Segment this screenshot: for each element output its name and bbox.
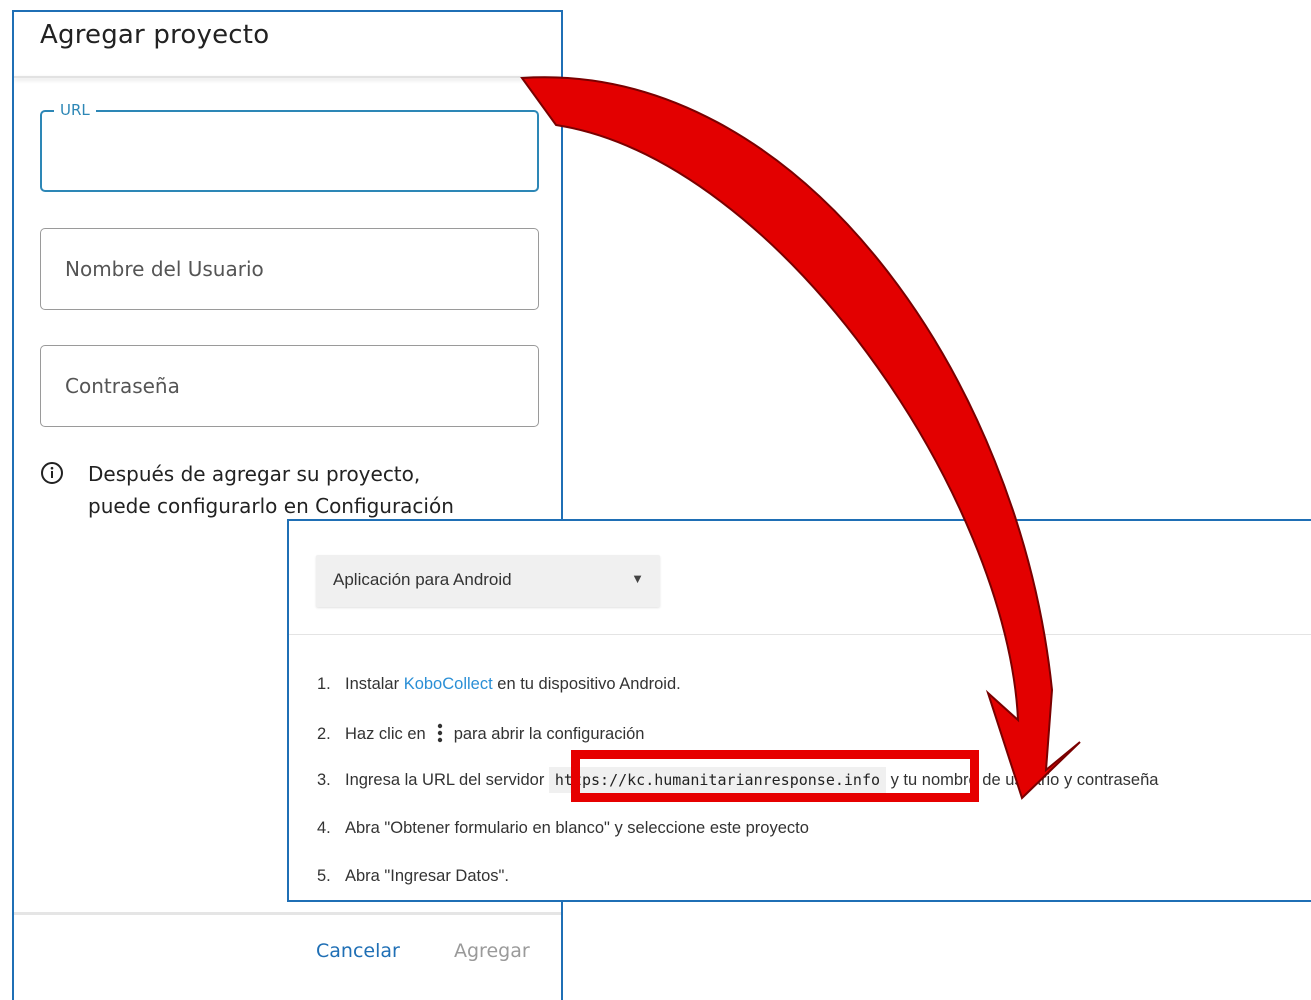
info-icon (41, 462, 63, 484)
step-5: 5. Abra "Ingresar Datos". (317, 867, 509, 886)
panel-divider (289, 634, 1311, 635)
dropdown-arrow-icon: ▼ (631, 571, 644, 586)
platform-select-value: Aplicación para Android (333, 570, 512, 589)
header-divider (14, 76, 561, 78)
step-text: Ingresa la URL del servidor (345, 771, 549, 789)
step-text: Instalar (345, 675, 404, 693)
info-text: Después de agregar su proyecto, puede co… (88, 458, 548, 522)
url-field[interactable]: URL (40, 101, 539, 192)
step-number: 5. (317, 867, 331, 885)
cancel-button[interactable]: Cancelar (316, 940, 400, 962)
password-placeholder: Contraseña (65, 374, 180, 398)
server-url-highlight-box (571, 750, 979, 802)
password-field[interactable]: Contraseña (40, 345, 539, 427)
step-number: 4. (317, 819, 331, 837)
step-number: 1. (317, 675, 331, 693)
platform-select[interactable]: Aplicación para Android ▼ (316, 555, 660, 607)
step-2: 2. Haz clic en para abrir la configuración (317, 723, 644, 744)
add-button[interactable]: Agregar (454, 940, 530, 962)
step-text: Haz clic en (345, 725, 426, 743)
step-text: Abra "Obtener formulario en blanco" y se… (345, 819, 809, 837)
url-field-label: URL (54, 101, 96, 119)
info-text-line2: puede configurarlo en Configuración (88, 494, 454, 518)
footer-divider (14, 912, 561, 915)
username-placeholder: Nombre del Usuario (65, 257, 264, 281)
step-4: 4. Abra "Obtener formulario en blanco" y … (317, 819, 809, 838)
instructions-panel: Aplicación para Android ▼ 1. Instalar Kob… (287, 519, 1311, 902)
step-text: para abrir la configuración (453, 725, 645, 743)
step-number: 3. (317, 771, 331, 789)
step-text: Abra "Ingresar Datos". (345, 867, 509, 885)
kebab-menu-icon (437, 723, 442, 743)
dialog-title: Agregar proyecto (40, 20, 270, 50)
step-number: 2. (317, 725, 331, 743)
info-text-line1: Después de agregar su proyecto, (88, 462, 421, 486)
kobocollect-link[interactable]: KoboCollect (404, 675, 493, 693)
step-text: en tu dispositivo Android. (492, 675, 681, 693)
step-1: 1. Instalar KoboCollect en tu dispositivo… (317, 675, 681, 694)
username-field[interactable]: Nombre del Usuario (40, 228, 539, 310)
